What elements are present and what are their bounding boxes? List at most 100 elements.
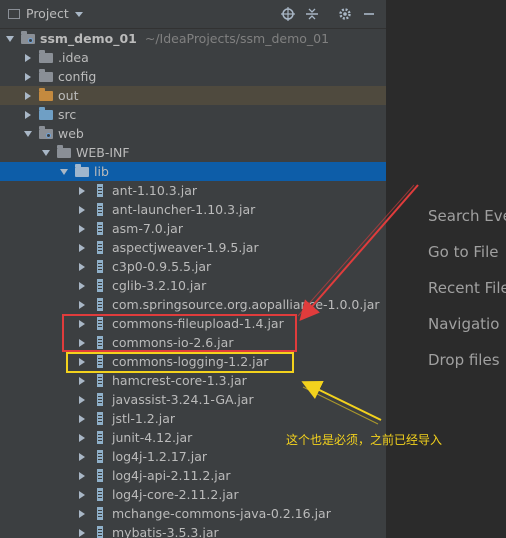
tree-item-jar[interactable]: ant-launcher-1.10.3.jar [0,200,386,219]
tree-item-jar[interactable]: mchange-commons-java-0.2.16.jar [0,504,386,523]
collapsed-arrow-icon[interactable] [22,86,34,105]
tree-item-jar[interactable]: mybatis-3.5.3.jar [0,523,386,538]
editor-empty-area: Search Eve Go to File Recent File Naviga… [386,0,506,538]
jar-icon [92,447,108,466]
tree-item-label: web [58,126,84,141]
annotation-note: 这个也是必须，之前已经导入 [286,433,443,447]
tree-item-label: ant-1.10.3.jar [112,183,197,198]
collapsed-arrow-icon[interactable] [76,257,88,276]
go-to-file-hint: Go to File [428,243,499,261]
collapsed-arrow-icon[interactable] [76,409,88,428]
tree-item-label: hamcrest-core-1.3.jar [112,373,247,388]
tree-item-label: ant-launcher-1.10.3.jar [112,202,256,217]
tree-item-jar[interactable]: log4j-core-2.11.2.jar [0,485,386,504]
folder-icon [74,162,90,181]
tree-item-label: asm-7.0.jar [112,221,183,236]
collapsed-arrow-icon[interactable] [76,390,88,409]
tree-item-label: lib [94,164,109,179]
jar-icon [92,466,108,485]
expanded-arrow-icon[interactable] [22,124,34,143]
tree-item-jar[interactable]: ant-1.10.3.jar [0,181,386,200]
tree-item-folder[interactable]: .idea [0,48,386,67]
tree-item-label: out [58,88,79,103]
jar-icon [92,409,108,428]
collapsed-arrow-icon[interactable] [76,466,88,485]
tree-item-jar[interactable]: hamcrest-core-1.3.jar [0,371,386,390]
dropdown-icon[interactable] [74,11,83,17]
folder-icon [38,124,54,143]
collapsed-arrow-icon[interactable] [76,523,88,538]
collapsed-arrow-icon[interactable] [76,504,88,523]
collapsed-arrow-icon[interactable] [22,105,34,124]
tree-item-jar[interactable]: cglib-3.2.10.jar [0,276,386,295]
tree-item-label: config [58,69,97,84]
tree-item-jar[interactable]: log4j-1.2.17.jar [0,447,386,466]
tree-item-jar[interactable]: jstl-1.2.jar [0,409,386,428]
tree-item-label: log4j-1.2.17.jar [112,449,207,464]
tree-item-label: aspectjweaver-1.9.5.jar [112,240,259,255]
project-view-selector[interactable]: Project [8,0,83,28]
tree-item-folder[interactable]: lib [0,162,386,181]
tree-item-label: jstl-1.2.jar [112,411,175,426]
hide-icon[interactable] [360,5,378,23]
tree-item-jar[interactable]: asm-7.0.jar [0,219,386,238]
tree-item-folder[interactable]: src [0,105,386,124]
tree-item-label: log4j-core-2.11.2.jar [112,487,239,502]
tree-item-label: mybatis-3.5.3.jar [112,525,219,538]
jar-icon [92,523,108,538]
jar-icon [92,485,108,504]
tree-item-label: cglib-3.2.10.jar [112,278,207,293]
recent-files-hint: Recent File [428,279,506,297]
jar-icon [92,371,108,390]
project-icon [8,9,20,19]
red-highlight-box [62,314,297,352]
tree-item-folder[interactable]: ssm_demo_01 ~/IdeaProjects/ssm_demo_01 [0,29,386,48]
tree-item-jar[interactable]: c3p0-0.9.5.5.jar [0,257,386,276]
gear-icon[interactable] [336,5,354,23]
collapsed-arrow-icon[interactable] [22,67,34,86]
module-folder-icon [20,29,36,48]
tree-item-folder[interactable]: config [0,67,386,86]
jar-icon [92,428,108,447]
folder-icon [38,67,54,86]
folder-icon [38,105,54,124]
folder-icon [38,48,54,67]
collapsed-arrow-icon[interactable] [76,295,88,314]
yellow-highlight-box [66,352,294,373]
tree-item-folder[interactable]: WEB-INF [0,143,386,162]
collapsed-arrow-icon[interactable] [76,181,88,200]
locate-icon[interactable] [279,5,297,23]
jar-icon [92,181,108,200]
tree-item-label: log4j-api-2.11.2.jar [112,468,231,483]
module-path: ~/IdeaProjects/ssm_demo_01 [144,31,330,46]
collapsed-arrow-icon[interactable] [76,200,88,219]
project-title: Project [26,6,69,21]
collapsed-arrow-icon[interactable] [76,485,88,504]
tree-item-label: javassist-3.24.1-GA.jar [112,392,254,407]
collapsed-arrow-icon[interactable] [76,276,88,295]
expanded-arrow-icon[interactable] [40,143,52,162]
tree-item-jar[interactable]: log4j-api-2.11.2.jar [0,466,386,485]
collapsed-arrow-icon[interactable] [76,428,88,447]
expanded-arrow-icon[interactable] [58,162,70,181]
tree-item-label: .idea [58,50,89,65]
navigation-bar-hint: Navigatio [428,315,500,333]
project-panel: Project ssm_demo_01 ~/IdeaProjects/ssm_de… [0,0,386,538]
tree-item-jar[interactable]: com.springsource.org.aopalliance-1.0.0.j… [0,295,386,314]
tree-item-folder[interactable]: out [0,86,386,105]
drop-files-hint: Drop files [428,351,500,369]
collapse-icon[interactable] [303,5,321,23]
folder-icon [38,86,54,105]
tree-item-folder[interactable]: web [0,124,386,143]
collapsed-arrow-icon[interactable] [76,238,88,257]
collapsed-arrow-icon[interactable] [76,447,88,466]
expanded-arrow-icon[interactable] [4,29,16,48]
tree-item-jar[interactable]: aspectjweaver-1.9.5.jar [0,238,386,257]
tree-item-jar[interactable]: javassist-3.24.1-GA.jar [0,390,386,409]
collapsed-arrow-icon[interactable] [76,371,88,390]
jar-icon [92,219,108,238]
project-header: Project [0,0,386,29]
jar-icon [92,504,108,523]
collapsed-arrow-icon[interactable] [76,219,88,238]
collapsed-arrow-icon[interactable] [22,48,34,67]
